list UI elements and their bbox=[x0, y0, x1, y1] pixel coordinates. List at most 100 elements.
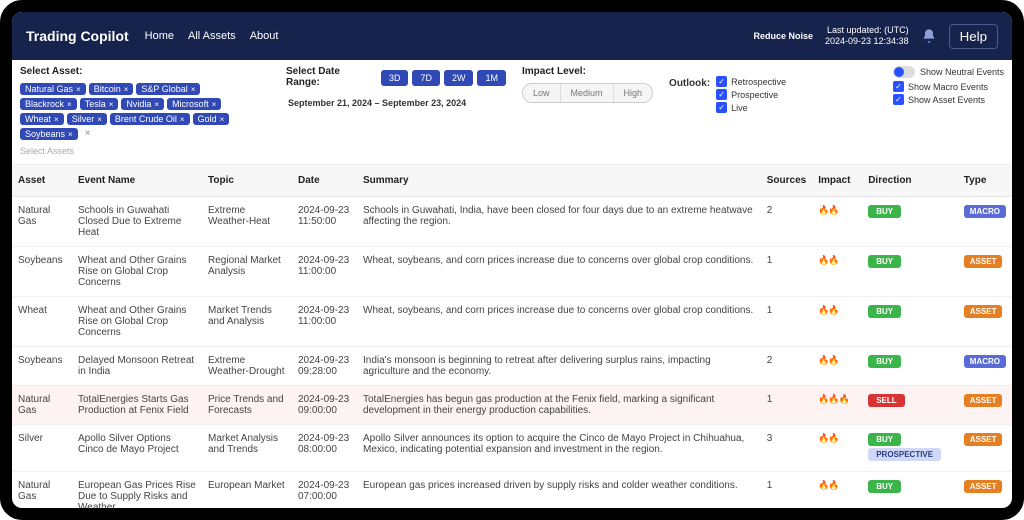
cell-sources: 3 bbox=[761, 425, 812, 472]
impact-button-medium[interactable]: Medium bbox=[560, 84, 613, 102]
chip-remove-icon[interactable]: × bbox=[68, 130, 73, 139]
checkbox-icon: ✓ bbox=[716, 76, 727, 87]
asset-chip[interactable]: Wheat× bbox=[20, 113, 64, 125]
impact-button-low[interactable]: Low bbox=[523, 84, 560, 102]
cell-date: 2024-09-2311:00:00 bbox=[292, 297, 357, 347]
chip-remove-icon[interactable]: × bbox=[154, 100, 159, 109]
cell-summary: India's monsoon is beginning to retreat … bbox=[357, 347, 761, 386]
chip-remove-icon[interactable]: × bbox=[54, 115, 59, 124]
checkbox-icon: ✓ bbox=[893, 94, 904, 105]
table-row[interactable]: Natural Gas TotalEnergies Starts Gas Pro… bbox=[12, 386, 1012, 425]
cell-topic: Market Analysis and Trends bbox=[202, 425, 292, 472]
table-row[interactable]: Natural Gas European Gas Prices Rise Due… bbox=[12, 472, 1012, 520]
cell-asset: Natural Gas bbox=[12, 197, 72, 247]
filter-check[interactable]: ✓Show Macro Events bbox=[893, 81, 1004, 92]
clear-chips-icon[interactable]: × bbox=[81, 128, 95, 140]
range-button-1m[interactable]: 1M bbox=[477, 70, 506, 86]
chip-remove-icon[interactable]: × bbox=[212, 100, 217, 109]
chip-remove-icon[interactable]: × bbox=[124, 85, 129, 94]
updated-value: 2024-09-23 12:34:38 bbox=[825, 36, 909, 47]
asset-chip[interactable]: Brent Crude Oil× bbox=[110, 113, 190, 125]
range-button-2w[interactable]: 2W bbox=[444, 70, 474, 86]
outlook-check-live[interactable]: ✓Live bbox=[716, 102, 786, 113]
updated-label: Last updated: (UTC) bbox=[825, 25, 909, 36]
reduce-noise-link[interactable]: Reduce Noise bbox=[753, 31, 813, 41]
outlook-check-prospective[interactable]: ✓Prospective bbox=[716, 89, 786, 100]
table-row[interactable]: Silver Apollo Silver Options Cinco de Ma… bbox=[12, 425, 1012, 472]
table-row[interactable]: Natural Gas Schools in Guwahati Closed D… bbox=[12, 197, 1012, 247]
cell-sources: 2 bbox=[761, 347, 812, 386]
range-buttons: 3D7D2W1M bbox=[381, 70, 506, 86]
chip-remove-icon[interactable]: × bbox=[180, 115, 185, 124]
asset-chip[interactable]: Microsoft× bbox=[167, 98, 221, 110]
cell-asset: Soybeans bbox=[12, 347, 72, 386]
cell-topic: Price Trends and Forecasts bbox=[202, 386, 292, 425]
cell-topic: Market Trends and Analysis bbox=[202, 297, 292, 347]
chip-remove-icon[interactable]: × bbox=[97, 115, 102, 124]
asset-chip[interactable]: Bitcoin× bbox=[89, 83, 134, 95]
column-header-summary[interactable]: Summary bbox=[357, 165, 761, 197]
asset-chip[interactable]: Gold× bbox=[193, 113, 230, 125]
help-button[interactable]: Help bbox=[949, 24, 998, 49]
checkbox-icon: ✓ bbox=[716, 102, 727, 113]
impact-button-high[interactable]: High bbox=[613, 84, 653, 102]
type-badge-asset: ASSET bbox=[964, 305, 1003, 318]
chip-remove-icon[interactable]: × bbox=[67, 100, 72, 109]
flame-icon: 🔥🔥 bbox=[818, 205, 838, 215]
asset-chip[interactable]: S&P Global× bbox=[136, 83, 200, 95]
asset-chip[interactable]: Silver× bbox=[67, 113, 107, 125]
chip-remove-icon[interactable]: × bbox=[220, 115, 225, 124]
impact-buttons: LowMediumHigh bbox=[522, 83, 653, 103]
cell-asset: Natural Gas bbox=[12, 472, 72, 520]
cell-direction: SELL bbox=[862, 386, 958, 425]
cell-summary: Wheat, soybeans, and corn prices increas… bbox=[357, 247, 761, 297]
date-range-control: Select Date Range: 3D7D2W1M September 21… bbox=[286, 66, 506, 112]
chip-remove-icon[interactable]: × bbox=[191, 85, 196, 94]
column-header-impact[interactable]: Impact bbox=[812, 165, 862, 197]
range-button-3d[interactable]: 3D bbox=[381, 70, 409, 86]
impact-control: Impact Level: LowMediumHigh bbox=[522, 66, 653, 103]
chip-remove-icon[interactable]: × bbox=[109, 100, 114, 109]
cell-impact: 🔥🔥 bbox=[812, 197, 862, 247]
cell-summary: TotalEnergies has begun gas production a… bbox=[357, 386, 761, 425]
select-asset-label: Select Asset: bbox=[20, 66, 270, 77]
outlook-check-retrospective[interactable]: ✓Retrospective bbox=[716, 76, 786, 87]
asset-chips: Natural Gas×Bitcoin×S&P Global× Blackrock… bbox=[20, 83, 260, 140]
cell-event: Apollo Silver Options Cinco de Mayo Proj… bbox=[72, 425, 202, 472]
table-row[interactable]: Soybeans Wheat and Other Grains Rise on … bbox=[12, 247, 1012, 297]
asset-chip[interactable]: Natural Gas× bbox=[20, 83, 86, 95]
column-header-asset[interactable]: Asset bbox=[12, 165, 72, 197]
nav-home[interactable]: Home bbox=[145, 30, 174, 42]
cell-summary: Wheat, soybeans, and corn prices increas… bbox=[357, 297, 761, 347]
table-row[interactable]: Wheat Wheat and Other Grains Rise on Glo… bbox=[12, 297, 1012, 347]
column-header-topic[interactable]: Topic bbox=[202, 165, 292, 197]
filter-check[interactable]: ✓Show Asset Events bbox=[893, 94, 1004, 105]
direction-badge-buy: BUY bbox=[868, 305, 901, 318]
chip-remove-icon[interactable]: × bbox=[76, 85, 81, 94]
asset-chip[interactable]: Soybeans× bbox=[20, 128, 78, 140]
cell-date: 2024-09-2309:28:00 bbox=[292, 347, 357, 386]
notification-icon[interactable] bbox=[921, 28, 937, 44]
asset-chip[interactable]: Tesla× bbox=[80, 98, 119, 110]
select-assets-input[interactable]: Select Assets bbox=[20, 144, 270, 158]
range-button-7d[interactable]: 7D bbox=[412, 70, 440, 86]
nav-about[interactable]: About bbox=[250, 30, 279, 42]
column-header-date[interactable]: Date bbox=[292, 165, 357, 197]
events-table-wrap[interactable]: AssetEvent NameTopicDateSummarySourcesIm… bbox=[12, 165, 1012, 520]
column-header-type[interactable]: Type bbox=[958, 165, 1012, 197]
table-row[interactable]: Soybeans Delayed Monsoon Retreat in Indi… bbox=[12, 347, 1012, 386]
column-header-sources[interactable]: Sources bbox=[761, 165, 812, 197]
nav-all-assets[interactable]: All Assets bbox=[188, 30, 236, 42]
events-table: AssetEvent NameTopicDateSummarySourcesIm… bbox=[12, 165, 1012, 520]
asset-chip[interactable]: Blackrock× bbox=[20, 98, 77, 110]
neutral-events-toggle[interactable] bbox=[893, 66, 915, 78]
asset-chip[interactable]: Nvidia× bbox=[121, 98, 164, 110]
cell-topic: European Market bbox=[202, 472, 292, 520]
cell-date: 2024-09-2311:50:00 bbox=[292, 197, 357, 247]
cell-topic: Extreme Weather-Heat bbox=[202, 197, 292, 247]
column-header-event-name[interactable]: Event Name bbox=[72, 165, 202, 197]
filter-checks: ✓Show Macro Events ✓Show Asset Events bbox=[893, 81, 1004, 105]
column-header-direction[interactable]: Direction bbox=[862, 165, 958, 197]
direction-badge-buy: BUY bbox=[868, 255, 901, 268]
date-range-display[interactable]: September 21, 2024 – September 23, 2024 bbox=[286, 94, 506, 112]
